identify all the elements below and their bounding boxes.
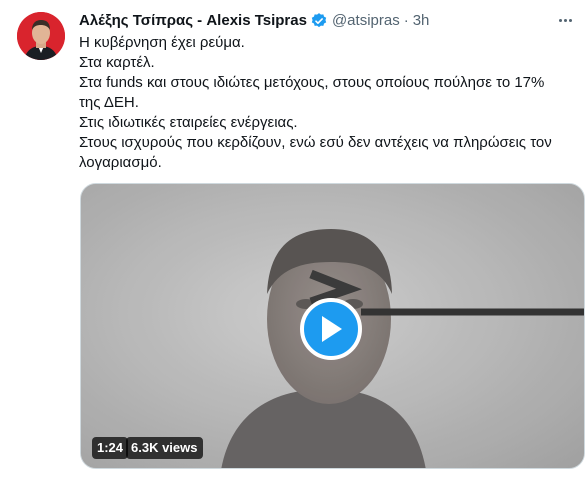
- author-handle[interactable]: @atsipras: [332, 11, 400, 31]
- tweet-header: Αλέξης Τσίπρας - Alexis Tsipras @atsipra…: [79, 11, 429, 31]
- tweet-card[interactable]: Αλέξης Τσίπρας - Alexis Tsipras @atsipra…: [0, 0, 585, 481]
- video-player[interactable]: 1:24 6.3K views: [80, 183, 585, 469]
- separator-dot: ·: [403, 12, 409, 29]
- video-views-badge: 6.3K views: [126, 437, 203, 459]
- tweet-text-line: Στα καρτέλ.: [79, 54, 155, 71]
- play-icon: [322, 316, 342, 342]
- tweet-text-line: Στα funds και στους ιδιώτες μετόχους, στ…: [79, 74, 545, 111]
- video-duration-badge: 1:24: [92, 437, 129, 459]
- tweet-text-line: Η κυβέρνηση έχει ρεύμα.: [79, 34, 245, 51]
- tweet-text: Η κυβέρνηση έχει ρεύμα. Στα καρτέλ. Στα …: [79, 33, 569, 173]
- tweet-text-line: Στους ισχυρούς που κερδίζουν, ενώ εσύ δε…: [79, 134, 552, 171]
- more-options-icon[interactable]: [553, 10, 577, 30]
- tweet-timestamp[interactable]: 3h: [413, 11, 430, 31]
- play-button[interactable]: [300, 298, 362, 360]
- tweet-text-line: Στις ιδιωτικές εταιρείες ενέργειας.: [79, 114, 298, 131]
- verified-badge-icon: [310, 12, 328, 30]
- author-display-name[interactable]: Αλέξης Τσίπρας - Alexis Tsipras: [79, 11, 307, 31]
- author-avatar[interactable]: [17, 12, 65, 60]
- avatar-photo: [17, 12, 65, 60]
